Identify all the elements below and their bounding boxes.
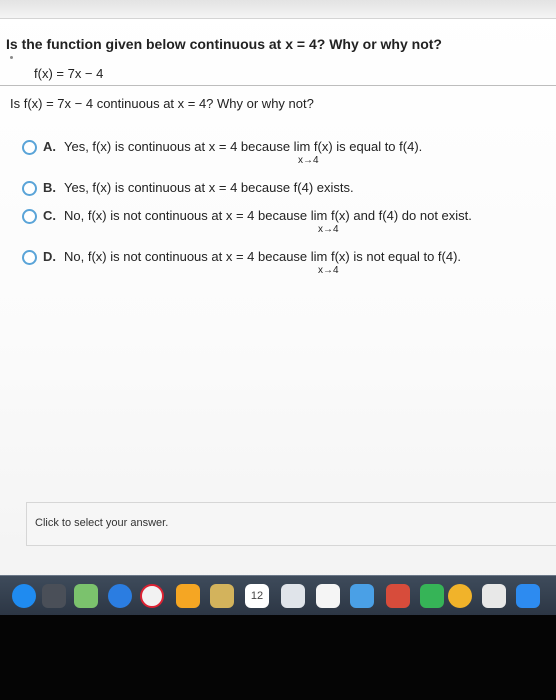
question-title: Is the function given below continuous a… [6,36,442,52]
answer-status-area: Click to select your answer. [26,502,556,546]
launchpad-icon[interactable] [42,584,66,608]
facetime-icon[interactable] [420,584,444,608]
finder-icon[interactable] [12,584,36,608]
option-b[interactable]: B. Yes, f(x) is continuous at x = 4 beca… [22,180,354,196]
monitor-bezel [0,615,556,700]
limit-subscript: x→4 [318,224,339,235]
apps-grid-icon[interactable] [74,584,98,608]
keynote-icon[interactable] [516,584,540,608]
option-letter: C. [43,208,56,223]
option-letter: A. [43,139,56,154]
radio-button-icon[interactable] [22,140,37,155]
safari-icon[interactable] [108,584,132,608]
answer-hint: Click to select your answer. [35,517,169,529]
divider [0,85,556,86]
radio-button-icon[interactable] [22,250,37,265]
itunes-icon[interactable] [386,584,410,608]
maps-icon[interactable] [350,584,374,608]
limit-subscript: x→4 [298,155,319,166]
reminders-icon[interactable] [316,584,340,608]
option-text: No, f(x) is not continuous at x = 4 beca… [64,208,472,223]
function-definition: f(x) = 7x − 4 [34,66,104,81]
option-letter: D. [43,249,56,264]
window-top-bar [0,0,556,19]
option-letter: B. [43,180,56,195]
chrome-icon[interactable] [140,584,164,608]
option-text: Yes, f(x) is continuous at x = 4 because… [64,139,423,154]
notes-icon[interactable] [210,584,234,608]
screen: Is the function given below continuous a… [0,0,556,615]
radio-button-icon[interactable] [22,181,37,196]
dock: 12 [0,575,556,615]
option-d[interactable]: D. No, f(x) is not continuous at x = 4 b… [22,249,461,265]
option-c[interactable]: C. No, f(x) is not continuous at x = 4 b… [22,208,472,224]
question-prompt: Is f(x) = 7x − 4 continuous at x = 4? Wh… [10,96,314,111]
option-text: No, f(x) is not continuous at x = 4 beca… [64,249,462,264]
contacts-icon[interactable] [281,584,305,608]
option-a[interactable]: A. Yes, f(x) is continuous at x = 4 beca… [22,139,422,155]
option-text: Yes, f(x) is continuous at x = 4 because… [64,180,354,195]
photos-flower-icon[interactable] [448,584,472,608]
bullet-dot [10,56,13,59]
radio-button-icon[interactable] [22,209,37,224]
photos-icon[interactable] [176,584,200,608]
limit-subscript: x→4 [318,265,339,276]
calendar-icon[interactable]: 12 [245,584,269,608]
pencil-app-icon[interactable] [482,584,506,608]
